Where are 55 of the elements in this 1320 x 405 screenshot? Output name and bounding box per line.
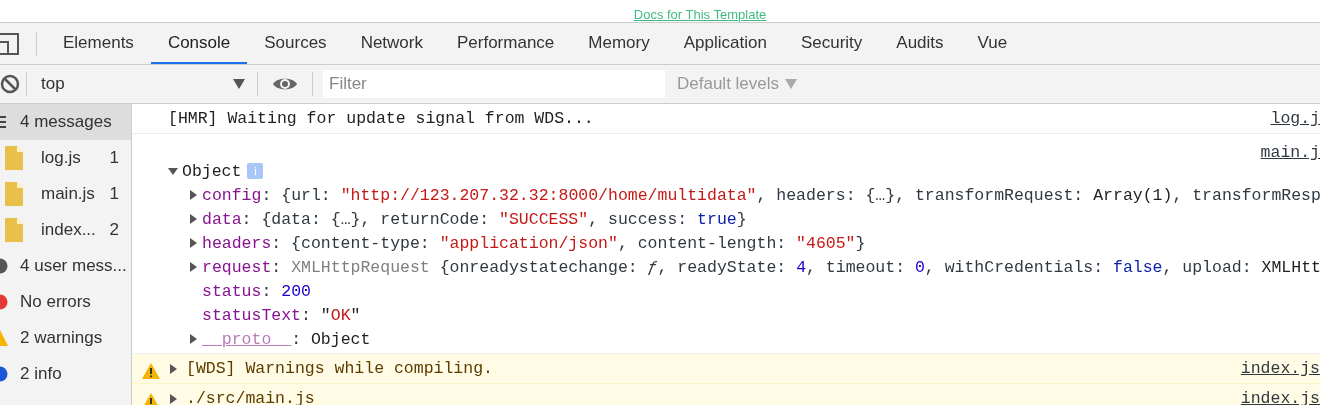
- collapsed-arrow-icon[interactable]: [188, 214, 198, 224]
- panel-tab[interactable]: Network: [343, 23, 440, 64]
- source-link[interactable]: index.js: [1240, 354, 1320, 383]
- info-badge: i: [247, 163, 264, 179]
- device-toolbar-icon[interactable]: [0, 31, 20, 56]
- file-icon: [5, 182, 23, 206]
- property-line: request: XMLHttpRequest {onreadystatechange: ƒ, readyState: 4, timeout: 0, withCredentials: false, upload: XMLHtt: [202, 257, 1320, 277]
- property-line: statusText: "OK": [202, 305, 361, 325]
- source-link[interactable]: log.j: [1270, 104, 1320, 133]
- sidebar-item[interactable]: main.js 1: [0, 176, 131, 212]
- file-icon: [5, 218, 23, 242]
- dropdown-caret-icon: [233, 79, 245, 89]
- object-label: Object: [182, 161, 242, 181]
- expanded-arrow-icon[interactable]: [168, 166, 178, 176]
- sidebar-item[interactable]: index... 2: [0, 212, 131, 248]
- property-line: headers: {content-type: "application/json", content-length: "4605"}: [202, 233, 866, 253]
- sidebar-item[interactable]: log.js 1: [0, 140, 131, 176]
- panel-tab[interactable]: Performance: [440, 23, 572, 64]
- sidebar-item[interactable]: 4 messages: [0, 104, 131, 140]
- property-line: data: {data: {…}, returnCode: "SUCCESS", success: true}: [202, 209, 747, 229]
- sidebar-item[interactable]: No errors: [0, 284, 131, 320]
- panel-tab[interactable]: Sources: [247, 23, 344, 64]
- file-icon: [5, 146, 23, 170]
- dropdown-caret-icon: [785, 79, 798, 89]
- sidebar-item[interactable]: 4 user mess...: [0, 248, 131, 284]
- warning-message: [WDS] Warnings while compiling.: [186, 359, 493, 378]
- panel-tab[interactable]: Security: [783, 23, 880, 64]
- sidebar-item[interactable]: 2 info: [0, 356, 131, 392]
- context-dropdown[interactable]: top: [33, 74, 251, 94]
- sidebar-item[interactable]: 2 warnings: [0, 320, 131, 356]
- collapsed-arrow-icon[interactable]: [188, 190, 198, 200]
- panel-tab[interactable]: Application: [666, 23, 784, 64]
- collapsed-arrow-icon[interactable]: [188, 334, 198, 344]
- collapsed-arrow-icon[interactable]: [188, 238, 198, 248]
- filter-field[interactable]: Filter: [323, 70, 665, 98]
- collapsed-arrow-icon[interactable]: [188, 262, 198, 272]
- panel-tab[interactable]: Vue: [960, 23, 1025, 64]
- panel-tab[interactable]: Memory: [571, 23, 667, 64]
- collapsed-arrow-icon[interactable]: [168, 363, 178, 374]
- list-icon: [0, 115, 8, 129]
- warning-icon: [142, 393, 160, 405]
- property-line: __proto__: Object: [202, 329, 371, 349]
- property-line: config: {url: "http://123.207.32.32:8000/home/multidata", headers: {…}, transformRequest: Array(1), transformResp: [202, 185, 1320, 205]
- property-line: status: 200: [202, 281, 311, 301]
- user-icon: [0, 258, 8, 274]
- console-message: [HMR] Waiting for update signal from WDS...: [167, 108, 595, 130]
- collapsed-arrow-icon[interactable]: [168, 393, 178, 404]
- info-icon: [0, 366, 8, 382]
- panel-tab[interactable]: Audits: [879, 23, 961, 64]
- error-icon: [0, 294, 8, 310]
- source-link[interactable]: main.j: [1260, 138, 1320, 162]
- panel-tab[interactable]: Elements: [46, 23, 151, 64]
- clear-console-icon[interactable]: [0, 74, 20, 94]
- warning-icon: [0, 330, 8, 346]
- warning-icon: [142, 363, 160, 379]
